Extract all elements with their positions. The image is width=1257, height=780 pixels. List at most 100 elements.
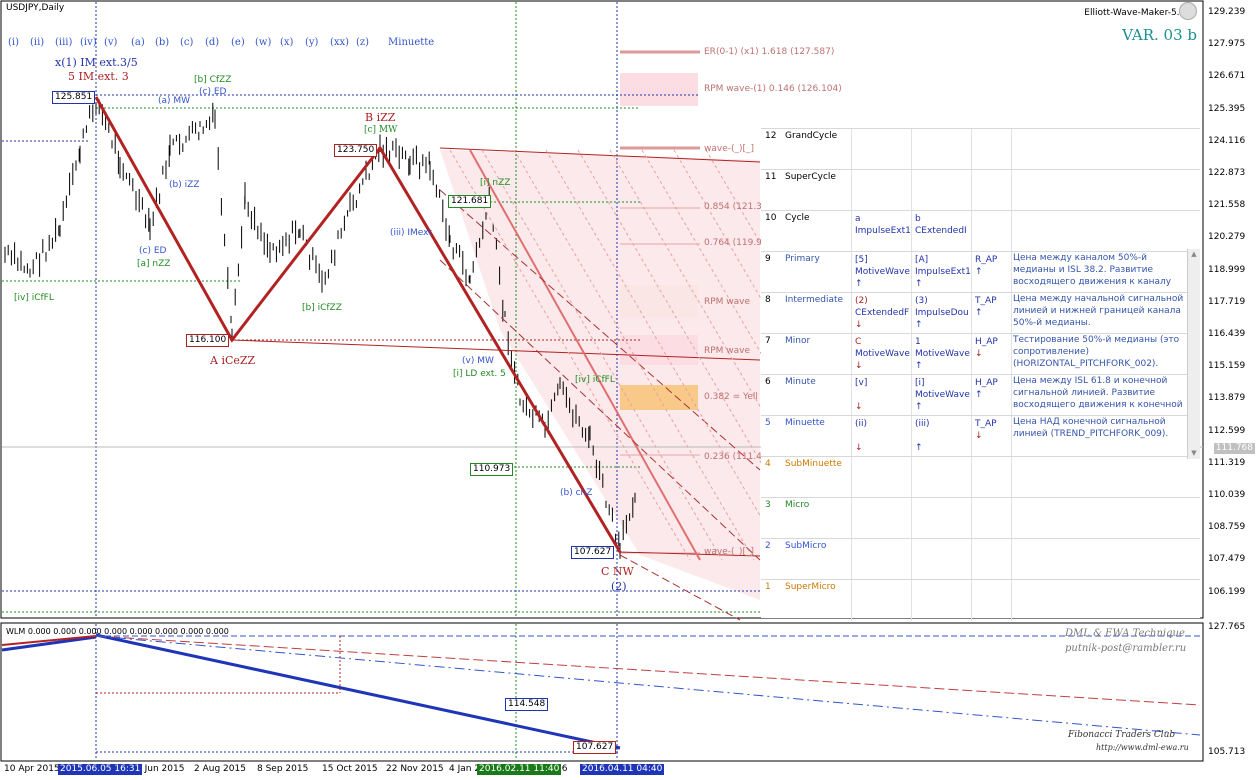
cell-separator [971,129,972,170]
degree-number: 1 [765,582,771,592]
cell-separator [1011,129,1012,170]
cell-separator [851,293,852,334]
price-box-0: 125.851 [52,91,96,104]
label-two: (2) [611,580,627,593]
degree-name: SubMicro [785,541,827,551]
wave-degree-9[interactable]: (e) [231,37,245,48]
label-b-cnz: (b) cnZ [560,488,593,498]
price-tick-12: 113.879 [1208,393,1246,404]
degree-row-10: 10 Cycle a ImpulseExt1 b CExtendedI [761,210,1200,252]
degree-name: SubMinuette [785,459,842,469]
price-tick-10: 116.439 [1208,329,1246,339]
degree-number: 10 [765,213,777,223]
sub-blue-down [95,633,621,750]
price-tick-17: 107.479 [1208,554,1246,565]
cell-separator [911,211,912,252]
cell-separator [911,457,912,498]
degree-number: 5 [765,418,771,428]
label-x1-im: x(1) IM ext.3/5 [55,56,138,69]
degree-name: Intermediate [785,295,844,305]
wave-degree-0[interactable]: (i) [8,37,19,48]
chart-window[interactable]: USDJPY,Daily Elliott-Wave-Maker-5.59 VAR… [0,0,1257,780]
degree-name: Cycle [785,213,810,223]
cell-separator [851,334,852,375]
degree-description: Цена НАД конечной сигнальной линией (TRE… [1013,417,1169,439]
label-v-mw: (v) MW [462,356,494,366]
projection-label-0: ER(0-1) (x1) 1.618 (127.587) [704,47,835,57]
price-tick-9: 117.719 [1208,296,1246,307]
wave-degree-6[interactable]: (b) [155,37,169,48]
price-tick-16: 108.759 [1208,522,1246,533]
degree-row-1: 1 SuperMicro [761,579,1200,621]
scroll-up-icon[interactable]: ▲ [1188,249,1200,260]
projection-label-4: 0.764 (119.9 [704,238,762,248]
price-tick-2: 126.671 [1208,71,1246,82]
cell-separator [851,457,852,498]
wave-degree-10[interactable]: (w) [255,37,271,48]
label-iv-icfl: [iv] iCfFL [575,375,615,385]
label-a-iceZZ: A iCeZZ [210,354,256,367]
wave-degree-13[interactable]: (xx) [330,37,349,48]
wave-degree-panel: 12 GrandCycle 11 SuperCycle 10 Cycle a ImpulseE… [761,128,1200,621]
cell-separator [851,580,852,621]
wave-degree-2[interactable]: (iii) [55,37,72,48]
label-b-cfzz: [b] CfZZ [194,75,232,85]
wave-degree-12[interactable]: (y) [305,37,318,48]
wave-degree-5[interactable]: (a) [131,37,145,48]
degree-row-2: 2 SubMicro [761,538,1200,580]
degree-row-8: 8 Intermediate (2) CExtendedF ↓ (3) ImpulseDou… [761,292,1200,334]
degree-row-11: 11 SuperCycle [761,169,1200,211]
degree-name: GrandCycle [785,131,838,141]
degree-cell-c1: [5] MotiveWave ↑ [855,255,910,289]
time-tick-1: 5 Jun 2015 [136,764,185,774]
cell-separator [971,498,972,539]
cell-separator [971,580,972,621]
projection-label-9: wave-(_)[_] [704,547,755,557]
cell-separator [1011,580,1012,621]
cell-separator [911,170,912,211]
degree-cell-c1: [v] ↓ [855,378,868,412]
cell-separator [1011,539,1012,580]
cell-separator [851,498,852,539]
degree-name: Minor [785,336,811,346]
price-tick-8: 118.999 [1208,264,1246,275]
price-tick-4: 124.116 [1208,135,1246,146]
sub-box-2: 107.627 [573,741,617,754]
degree-number: 12 [765,131,777,141]
degree-number: 8 [765,295,771,305]
degree-cell-c2: (3) ImpulseDou ↑ [915,296,969,330]
cell-separator [1011,375,1012,416]
cell-separator [851,252,852,293]
cell-separator [851,416,852,457]
degree-name: SuperCycle [785,172,836,182]
watermark-email: putnik-post@rambler.ru [1065,643,1187,654]
cell-separator [1011,457,1012,498]
degree-cell-c3: H_AP ↑ [975,378,998,400]
projection-label-3: 0.854 (121.3 [704,202,762,212]
cell-separator [1011,334,1012,375]
wave-degree-8[interactable]: (d) [205,37,219,48]
wave-degree-3[interactable]: (iv) [80,37,97,48]
degree-number: 3 [765,500,771,510]
price-box-3: 116.100 [186,334,230,347]
degree-description: Цена между ISL 61.8 и конечной сигнально… [1013,376,1183,410]
wave-degree-15[interactable]: Minuette [388,37,434,48]
label-c-nw: C NW [601,565,634,578]
rpm-zone-mid [620,285,698,318]
degree-number: 9 [765,254,771,264]
time-tick-4: 15 Oct 2015 [322,764,378,774]
label-5-im: 5 IM ext. 3 [68,70,129,83]
degree-number: 11 [765,172,777,182]
wave-degree-7[interactable]: (c) [180,37,193,48]
scroll-down-icon[interactable]: ▼ [1188,448,1200,459]
degree-cell-c3: H_AP ↓ [975,337,998,359]
wave-degree-1[interactable]: (ii) [30,37,44,48]
cell-separator [911,293,912,334]
degree-row-6: 6 Minute [v] ↓ [i] MotiveWave ↑ H_AP ↑ Цена межд… [761,374,1200,416]
time-marker-1: 2016.02.11 11:40 [477,764,562,775]
watermark-technique: DML & EWA Technique [1065,628,1185,639]
wave-degree-4[interactable]: (v) [104,37,117,48]
panel-scrollbar[interactable]: ▲ ▼ [1187,249,1200,459]
wave-degree-14[interactable]: (z) [356,37,369,48]
wave-degree-11[interactable]: (x) [280,37,293,48]
